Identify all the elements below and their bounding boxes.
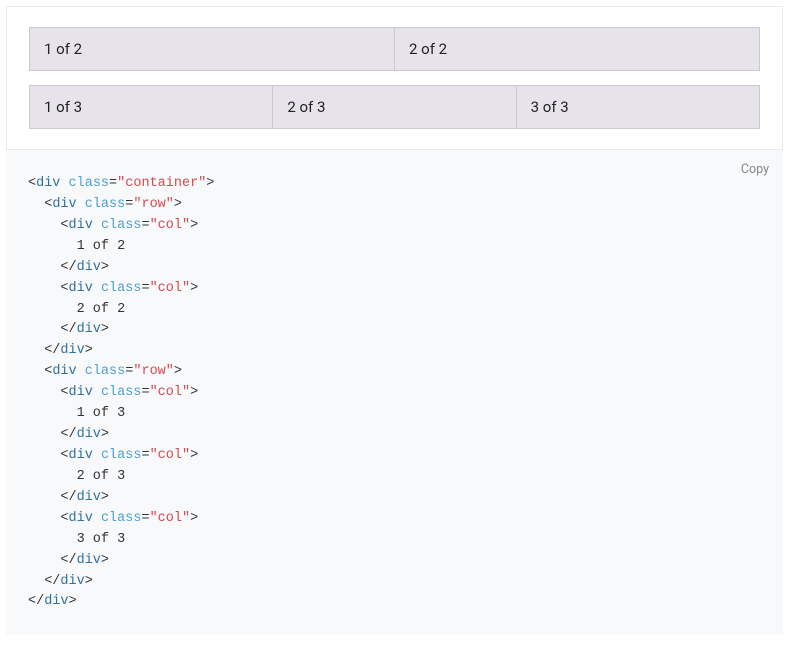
copy-button[interactable]: Copy bbox=[741, 162, 769, 177]
code-block: <div class="container"> <div class="row"… bbox=[28, 174, 761, 613]
example-col: 1 of 2 bbox=[29, 27, 395, 71]
code-panel: Copy <div class="container"> <div class=… bbox=[6, 150, 783, 635]
example-row: 1 of 3 2 of 3 3 of 3 bbox=[29, 85, 760, 129]
example-col: 3 of 3 bbox=[517, 85, 760, 129]
grid-example-panel: 1 of 2 2 of 2 1 of 3 2 of 3 3 of 3 bbox=[6, 6, 783, 150]
example-col: 2 of 3 bbox=[273, 85, 516, 129]
example-col: 2 of 2 bbox=[395, 27, 760, 71]
example-col: 1 of 3 bbox=[29, 85, 273, 129]
example-row: 1 of 2 2 of 2 bbox=[29, 27, 760, 71]
